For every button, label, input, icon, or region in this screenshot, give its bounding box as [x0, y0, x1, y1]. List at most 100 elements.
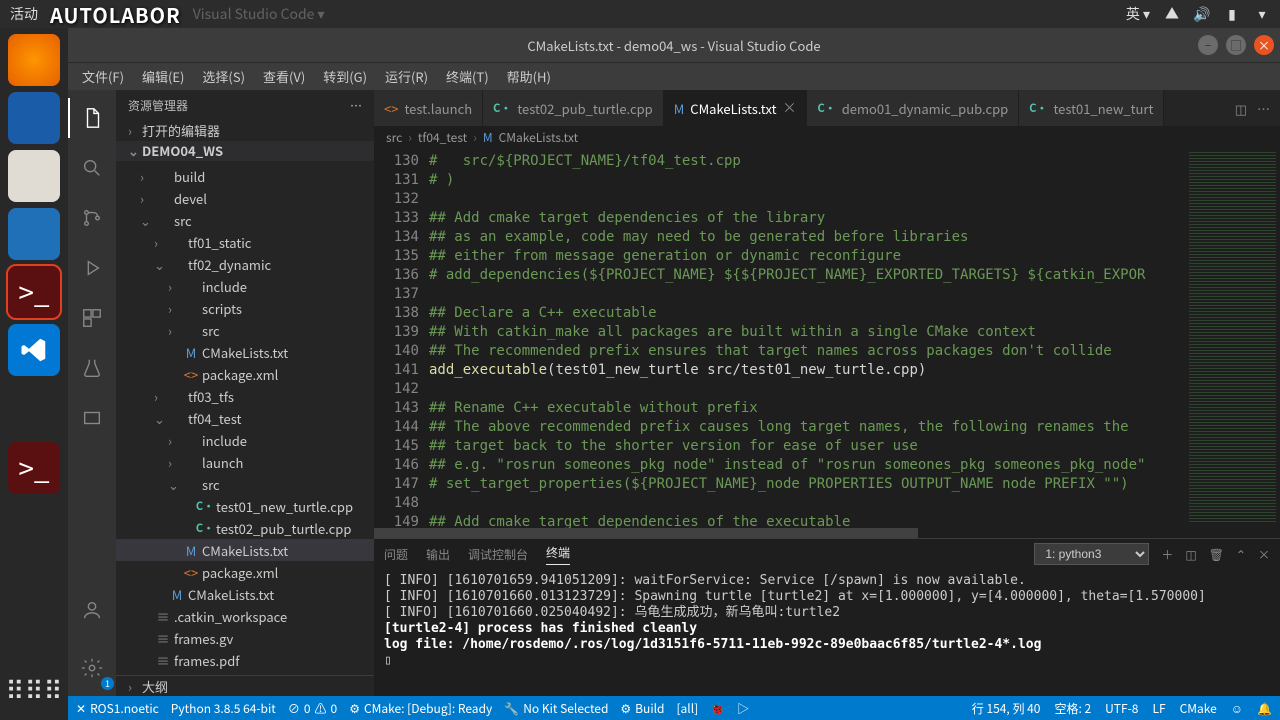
- folder-tf02_dynamic[interactable]: ⌄tf02_dynamic: [116, 253, 374, 275]
- activity-account[interactable]: [68, 590, 116, 630]
- panel-problems[interactable]: 问题: [384, 546, 408, 563]
- activity-extensions[interactable]: [68, 298, 116, 338]
- folder-scripts[interactable]: ›scripts: [116, 297, 374, 319]
- close-panel-icon[interactable]: ×: [1258, 546, 1270, 563]
- tab-CMakeLists-txt[interactable]: MCMakeLists.txt×: [664, 90, 808, 126]
- status-eol[interactable]: LF: [1152, 700, 1165, 717]
- menu-select[interactable]: 选择(S): [194, 64, 253, 89]
- folder-devel[interactable]: ›devel: [116, 187, 374, 209]
- folder-src[interactable]: ⌄src: [116, 473, 374, 495]
- activity-testing[interactable]: [68, 348, 116, 388]
- activity-explorer[interactable]: [68, 98, 116, 138]
- launcher-libreoffice[interactable]: [8, 208, 60, 260]
- tab-close-icon[interactable]: ×: [782, 98, 796, 118]
- folder-include[interactable]: ›include: [116, 275, 374, 297]
- editor-hscroll[interactable]: [374, 528, 1280, 538]
- file-CMakeLists-txt[interactable]: MCMakeLists.txt: [116, 539, 374, 561]
- network-icon[interactable]: ▲: [1164, 6, 1180, 22]
- workspace-header[interactable]: ⌄DEMO04_WS: [116, 141, 374, 162]
- minimap[interactable]: [1185, 148, 1280, 528]
- activity-settings[interactable]: 1: [68, 648, 116, 688]
- status-bell-icon[interactable]: 🔔: [1257, 700, 1272, 717]
- folder-src[interactable]: ›src: [116, 319, 374, 341]
- launcher-thunderbird[interactable]: [8, 92, 60, 144]
- file-CMakeLists-txt[interactable]: MCMakeLists.txt: [116, 583, 374, 605]
- launcher-terminal[interactable]: >_: [8, 266, 60, 318]
- breadcrumb[interactable]: src› tf04_test› MCMakeLists.txt: [374, 126, 1280, 148]
- tab-test-launch[interactable]: <>test.launch: [374, 90, 483, 126]
- status-problems[interactable]: ⊘ 0 ⚠ 0: [288, 700, 337, 717]
- launcher-apps-grid[interactable]: ⠿⠿⠿: [5, 671, 62, 708]
- minimize-button[interactable]: −: [1198, 35, 1218, 55]
- folder-tf04_test[interactable]: ⌄tf04_test: [116, 407, 374, 429]
- status-debug-icon[interactable]: 🐞: [710, 700, 725, 717]
- close-button[interactable]: ×: [1254, 35, 1274, 55]
- file-test02_pub_turtle-cpp[interactable]: C•test02_pub_turtle.cpp: [116, 517, 374, 539]
- activity-debug[interactable]: [68, 248, 116, 288]
- folder-include[interactable]: ›include: [116, 429, 374, 451]
- launcher-terminal-2[interactable]: >_: [8, 442, 60, 494]
- collapse-panel-icon[interactable]: ⌃: [1236, 546, 1246, 563]
- folder-tf01_static[interactable]: ›tf01_static: [116, 231, 374, 253]
- folder-tf03_tfs[interactable]: ›tf03_tfs: [116, 385, 374, 407]
- kill-terminal-icon[interactable]: 🗑: [1209, 546, 1224, 563]
- status-encoding[interactable]: UTF-8: [1105, 700, 1138, 717]
- panel-debug-console[interactable]: 调试控制台: [468, 546, 528, 563]
- sidebar-more-icon[interactable]: ⋯: [350, 97, 362, 114]
- menu-run[interactable]: 运行(R): [377, 64, 436, 89]
- tab-test01_new_turt[interactable]: C•test01_new_turt: [1019, 90, 1164, 126]
- code-editor[interactable]: 130 131 132 133 134 135 136 137 138 139 …: [374, 148, 1280, 528]
- tabs-more-icon[interactable]: ⋯: [1257, 99, 1270, 118]
- status-run-icon[interactable]: ▷: [737, 700, 749, 717]
- folder-build[interactable]: ›build: [116, 165, 374, 187]
- terminal-selector[interactable]: 1: python3: [1034, 543, 1149, 565]
- tab-demo01_dynamic_pub-cpp[interactable]: C•demo01_dynamic_pub.cpp: [807, 90, 1019, 126]
- maximize-button[interactable]: □: [1226, 35, 1246, 55]
- launcher-files[interactable]: [8, 150, 60, 202]
- status-build[interactable]: ⚙ Build: [620, 700, 664, 717]
- new-terminal-icon[interactable]: ＋: [1161, 546, 1173, 563]
- panel-output[interactable]: 输出: [426, 546, 450, 563]
- status-build-target[interactable]: [all]: [677, 700, 699, 717]
- battery-icon[interactable]: ▮: [1224, 6, 1240, 22]
- volume-icon[interactable]: 🔊: [1194, 6, 1210, 22]
- menu-edit[interactable]: 编辑(E): [134, 64, 192, 89]
- folder-launch[interactable]: ›launch: [116, 451, 374, 473]
- status-cursor[interactable]: 行 154, 列 40: [972, 700, 1041, 717]
- panel-terminal[interactable]: 终端: [546, 544, 570, 565]
- menu-terminal[interactable]: 终端(T): [438, 64, 497, 89]
- activity-scm[interactable]: [68, 198, 116, 238]
- terminal-body[interactable]: [ INFO] [1610701659.941051209]: waitForS…: [374, 569, 1280, 696]
- menu-file[interactable]: 文件(F): [74, 64, 132, 89]
- split-editor-icon[interactable]: ◫: [1235, 99, 1247, 118]
- split-terminal-icon[interactable]: ◫: [1185, 546, 1196, 563]
- launcher-vscode[interactable]: [8, 324, 60, 376]
- activity-ros[interactable]: [68, 398, 116, 438]
- lang-indicator[interactable]: 英 ▾: [1126, 4, 1150, 24]
- file-frames-gv[interactable]: ≡frames.gv: [116, 627, 374, 649]
- menu-go[interactable]: 转到(G): [315, 64, 375, 89]
- activities-label[interactable]: 活动: [10, 4, 38, 24]
- status-feedback-icon[interactable]: ☺: [1231, 700, 1243, 717]
- status-python[interactable]: Python 3.8.5 64-bit: [171, 700, 276, 717]
- status-cmake[interactable]: ⚙ CMake: [Debug]: Ready: [349, 700, 492, 717]
- launcher-firefox[interactable]: [8, 34, 60, 86]
- file-CMakeLists-txt[interactable]: MCMakeLists.txt: [116, 341, 374, 363]
- file-package-xml[interactable]: <>package.xml: [116, 561, 374, 583]
- menu-view[interactable]: 查看(V): [255, 64, 313, 89]
- status-lang[interactable]: CMake: [1180, 700, 1217, 717]
- file--catkin_workspace[interactable]: ≡.catkin_workspace: [116, 605, 374, 627]
- file-package-xml[interactable]: <>package.xml: [116, 363, 374, 385]
- activity-search[interactable]: [68, 148, 116, 188]
- open-editors-section[interactable]: ›打开的编辑器: [116, 120, 374, 141]
- status-ros[interactable]: ✕ ROS1.noetic: [76, 700, 159, 717]
- menu-help[interactable]: 帮助(H): [499, 64, 559, 89]
- tab-test02_pub_turtle-cpp[interactable]: C•test02_pub_turtle.cpp: [483, 90, 664, 126]
- power-icon[interactable]: ▾: [1254, 6, 1270, 22]
- outline-section[interactable]: ›大纲: [116, 675, 374, 696]
- file-test01_new_turtle-cpp[interactable]: C•test01_new_turtle.cpp: [116, 495, 374, 517]
- file-frames-pdf[interactable]: ≡frames.pdf: [116, 649, 374, 671]
- app-menu[interactable]: Visual Studio Code ▾: [193, 4, 325, 24]
- status-kit[interactable]: 🔧 No Kit Selected: [504, 700, 608, 717]
- status-spaces[interactable]: 空格: 2: [1054, 700, 1091, 717]
